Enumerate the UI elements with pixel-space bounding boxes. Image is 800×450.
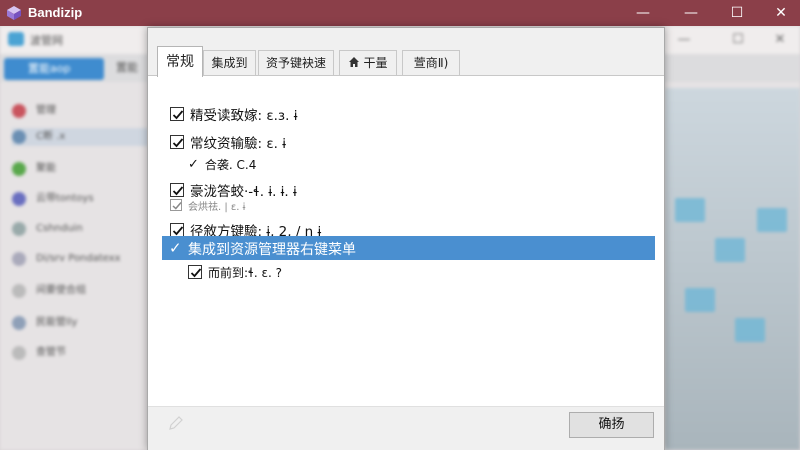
ok-button[interactable]: 确扬 — [569, 412, 654, 438]
checkbox[interactable] — [188, 265, 202, 279]
home-icon — [349, 57, 360, 67]
tab-strip: 常规 集成到 资予键袂速 干量 萱商Ⅱ) — [148, 28, 664, 77]
background-item-icon — [12, 104, 26, 118]
tab-general[interactable]: 常规 — [157, 46, 203, 77]
option-3a-label: 会烘祛. | ɛ. ɨ — [188, 201, 246, 213]
background-sidebar-item: 聚能 — [12, 160, 152, 178]
background-sidebar-item: 间要使合组 — [12, 282, 152, 300]
checkbox[interactable] — [170, 135, 184, 149]
background-item-icon — [12, 252, 26, 266]
window-title: Bandizip — [28, 5, 83, 20]
tab-advanced[interactable]: 萱商Ⅱ) — [402, 50, 460, 76]
check-icon — [172, 138, 184, 148]
background-close-icon: ✕ — [774, 32, 786, 47]
background-sidebar-item: 查管节 — [12, 344, 152, 362]
option-2a-label: 合袭. C.4 — [204, 157, 257, 172]
background-title: 波管网 — [30, 34, 63, 47]
check-icon[interactable]: ✓ — [188, 157, 199, 172]
dialog-footer: 确扬 — [148, 406, 664, 450]
background-tile — [735, 318, 765, 342]
check-icon: ✓ — [169, 239, 182, 257]
background-app-icon — [8, 32, 24, 46]
option-2a[interactable]: ✓ 合袭. C.4 — [188, 154, 256, 174]
background-primary-button: 置能aop — [4, 58, 104, 80]
check-icon — [172, 110, 184, 120]
background-item-icon — [12, 130, 26, 144]
background-item-icon — [12, 316, 26, 330]
background-sidebar-item: 管理 — [12, 102, 152, 120]
background-tile — [757, 208, 787, 232]
option-1[interactable]: 精受读致嫁: ɛ.ɜ. ɨ — [170, 104, 297, 124]
background-tile — [715, 238, 745, 262]
settings-dialog: 常规 集成到 资予键袂速 干量 萱商Ⅱ) 精受读致嫁: ɛ.ɜ. ɨ 常纹资输驗… — [147, 27, 665, 450]
general-panel: 精受读致嫁: ɛ.ɜ. ɨ 常纹资输驗: ɛ. ɨ ✓ 合袭. C.4 豪泷答蛟… — [148, 76, 664, 406]
background-sidebar-item: 云带tontoys — [12, 190, 152, 208]
option-1-label: 精受读致嫁: ɛ.ɜ. ɨ — [190, 108, 298, 124]
background-tile — [675, 198, 705, 222]
background-sidebar-item: Cshnduin — [12, 220, 152, 238]
option-2-label: 常纹资输驗: ɛ. ɨ — [190, 136, 286, 152]
background-item-icon — [12, 346, 26, 360]
background-tile — [685, 288, 715, 312]
tab-home-label: 干量 — [363, 56, 388, 70]
checkbox[interactable] — [170, 199, 182, 211]
option-3a[interactable]: 会烘祛. | ɛ. ɨ — [170, 195, 245, 215]
checkbox[interactable] — [170, 223, 184, 237]
pencil-icon — [169, 416, 183, 430]
close-button[interactable]: ✕ — [770, 2, 792, 24]
bandizip-logo-icon — [7, 6, 21, 20]
check-icon — [190, 268, 202, 278]
option-5a[interactable]: 而前到:ɬ. ɛ. ? — [188, 262, 282, 282]
option-shell-integration[interactable]: ✓ 集成到资源管理器右键菜单 — [162, 236, 655, 260]
background-sidebar-item: 民能管lly — [12, 314, 152, 332]
background-sidebar-item: C断 .x — [12, 128, 152, 146]
check-icon — [172, 202, 182, 210]
window-titlebar: Bandizip — — ☐ ✕ — [0, 0, 800, 26]
tab-shortcuts[interactable]: 资予键袂速 — [258, 50, 334, 76]
background-item-icon — [12, 192, 26, 206]
background-preview-pane — [665, 88, 800, 450]
tab-integration[interactable]: 集成到 — [203, 50, 256, 76]
background-item-icon — [12, 162, 26, 176]
minimize-button[interactable]: — — [632, 2, 654, 24]
minimize-icon[interactable]: — — [680, 2, 702, 24]
background-sidebar: 管理 C断 .x 聚能 云带tontoys Cshnduin Di/srv Po… — [0, 88, 152, 450]
background-sidebar-item: Di/srv Pondatexx — [12, 250, 152, 268]
tab-home[interactable]: 干量 — [339, 50, 397, 76]
option-shell-integration-label: 集成到资源管理器右键菜单 — [188, 242, 356, 258]
checkbox[interactable] — [170, 107, 184, 121]
option-2[interactable]: 常纹资输驗: ɛ. ɨ — [170, 132, 286, 152]
background-minimize-icon: — — [677, 32, 691, 47]
background-item-icon — [12, 222, 26, 236]
maximize-button[interactable]: ☐ — [726, 2, 748, 24]
background-tab: 置能 — [116, 61, 138, 74]
option-5a-label: 而前到:ɬ. ɛ. ? — [208, 265, 283, 280]
background-item-icon — [12, 284, 26, 298]
background-maximize-icon: ☐ — [732, 32, 744, 47]
